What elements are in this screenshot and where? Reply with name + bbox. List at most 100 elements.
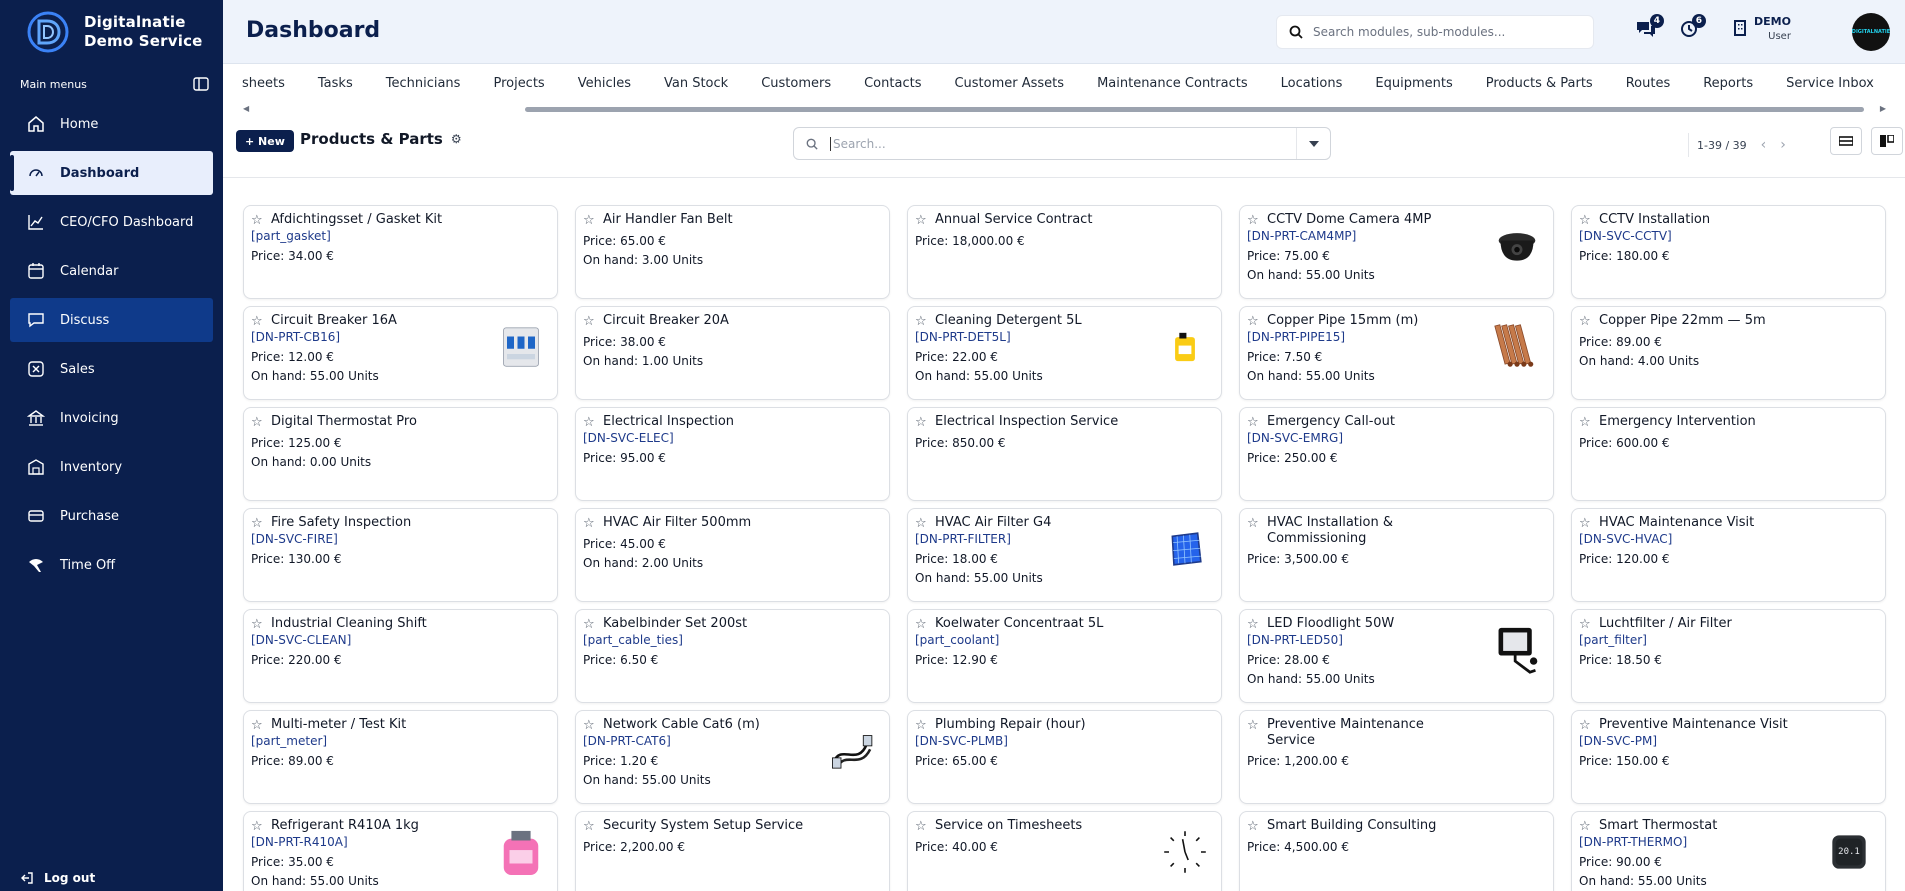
search-bar[interactable] [793,127,1331,160]
product-card[interactable]: ☆ Electrical Inspection [DN-SVC-ELEC] Price… [575,407,890,501]
product-card[interactable]: ☆ Smart Building Consulting Price: 4,500.0… [1239,811,1554,891]
pager-next-icon[interactable]: › [1780,137,1786,153]
tab-item[interactable]: Locations [1281,64,1343,91]
sidebar-item-calendar[interactable]: Calendar [10,249,213,293]
product-card[interactable]: ☆ Refrigerant R410A 1kg [DN-PRT-R410A] Pric… [243,811,558,891]
company-button[interactable] [1733,20,1747,36]
product-card[interactable]: ☆ Emergency Call-out [DN-SVC-EMRG] Price: 2… [1239,407,1554,501]
sidebar-item-inventory[interactable]: Inventory [10,445,213,489]
module-search[interactable] [1276,15,1594,49]
product-card[interactable]: ☆ Koelwater Concentraat 5L [part_coolant] P… [907,609,1222,703]
product-card[interactable]: ☆ Kabelbinder Set 200st [part_cable_ties] P… [575,609,890,703]
tab-item[interactable]: Tasks [318,64,353,91]
product-card[interactable]: ☆ CCTV Installation [DN-SVC-CCTV] Price: 18… [1571,205,1886,299]
product-card[interactable]: ☆ HVAC Installation & Commissioning Price:… [1239,508,1554,602]
logout-button[interactable]: Log out [20,867,95,889]
product-card[interactable]: ☆ Multi-meter / Test Kit [part_meter] Price… [243,710,558,804]
sidebar-item-invoicing[interactable]: Invoicing [10,396,213,440]
product-card[interactable]: ☆ Electrical Inspection Service Price: 850… [907,407,1222,501]
star-icon[interactable]: ☆ [583,819,597,835]
product-card[interactable]: ☆ Air Handler Fan Belt Price: 65.00 € On ha… [575,205,890,299]
star-icon[interactable]: ☆ [1579,819,1593,835]
product-card[interactable]: ☆ Preventive Maintenance Visit [DN-SVC-PM]… [1571,710,1886,804]
star-icon[interactable]: ☆ [251,617,265,633]
scrollbar-thumb[interactable] [525,107,1864,112]
star-icon[interactable]: ☆ [1247,314,1261,330]
product-card[interactable]: ☆ Service on Timesheets Price: 40.00 € [907,811,1222,891]
activities-button[interactable]: 6 [1680,14,1706,38]
brand[interactable]: Digitalnatie Demo Service [0,0,223,64]
star-icon[interactable]: ☆ [583,516,597,532]
tab-item[interactable]: Service Inbox [1786,64,1874,91]
scroll-left-icon[interactable]: ◀ [243,104,249,113]
star-icon[interactable]: ☆ [1579,213,1593,229]
product-card[interactable]: ☆ HVAC Maintenance Visit [DN-SVC-HVAC] Pric… [1571,508,1886,602]
tab-item[interactable]: Reports [1703,64,1753,91]
star-icon[interactable]: ☆ [1579,314,1593,330]
product-card[interactable]: ☆ Luchtfilter / Air Filter [part_filter] Pr… [1571,609,1886,703]
new-button[interactable]: + New [236,130,294,152]
sidebar-item-dashboard[interactable]: Dashboard [10,151,213,195]
star-icon[interactable]: ☆ [915,819,929,835]
messages-button[interactable]: 4 [1636,14,1664,38]
product-card[interactable]: ☆ Network Cable Cat6 (m) [DN-PRT-CAT6] Pric… [575,710,890,804]
product-card[interactable]: ☆ Plumbing Repair (hour) [DN-SVC-PLMB] Pric… [907,710,1222,804]
star-icon[interactable]: ☆ [583,213,597,229]
scroll-right-icon[interactable]: ▶ [1880,104,1886,113]
pager-value[interactable]: 1-39 / 39 [1697,139,1747,152]
star-icon[interactable]: ☆ [1247,617,1261,633]
star-icon[interactable]: ☆ [915,415,929,431]
product-card[interactable]: ☆ Fire Safety Inspection [DN-SVC-FIRE] Pric… [243,508,558,602]
product-card[interactable]: ☆ Copper Pipe 22mm — 5m Price: 89.00 € On h… [1571,306,1886,400]
tab-item[interactable]: Customers [761,64,831,91]
search-input[interactable] [830,136,1290,151]
product-card[interactable]: ☆ Preventive Maintenance Service Price: 1,… [1239,710,1554,804]
pager-previous-icon[interactable]: ‹ [1761,137,1767,153]
product-card[interactable]: ☆ LED Floodlight 50W [DN-PRT-LED50] Price: … [1239,609,1554,703]
tab-item[interactable]: Equipments [1375,64,1452,91]
star-icon[interactable]: ☆ [251,516,265,532]
tab-item[interactable]: sheets [242,64,285,91]
star-icon[interactable]: ☆ [1247,516,1261,532]
tab-item[interactable]: Projects [493,64,544,91]
product-card[interactable]: ☆ Circuit Breaker 20A Price: 38.00 € On han… [575,306,890,400]
module-search-input[interactable] [1313,25,1573,39]
user-menu[interactable]: DEMO User [1754,15,1791,42]
star-icon[interactable]: ☆ [1579,718,1593,734]
tab-item[interactable]: Products & Parts [1486,64,1593,91]
sidebar-item-time-off[interactable]: Time Off [10,543,213,587]
star-icon[interactable]: ☆ [583,415,597,431]
sidebar-item-sales[interactable]: Sales [10,347,213,391]
tab-item[interactable]: Routes [1626,64,1671,91]
star-icon[interactable]: ☆ [915,718,929,734]
tab-item[interactable]: Contacts [864,64,921,91]
star-icon[interactable]: ☆ [915,617,929,633]
star-icon[interactable]: ☆ [583,718,597,734]
star-icon[interactable]: ☆ [251,415,265,431]
tab-item[interactable]: Technicians [386,64,461,91]
list-view-button[interactable] [1830,127,1862,155]
star-icon[interactable]: ☆ [251,213,265,229]
product-card[interactable]: ☆ Copper Pipe 15mm (m) [DN-PRT-PIPE15] Pric… [1239,306,1554,400]
gear-icon[interactable]: ⚙ [451,132,462,146]
tab-item[interactable]: Maintenance Contracts [1097,64,1248,91]
tab-item[interactable]: Van Stock [664,64,728,91]
star-icon[interactable]: ☆ [1579,617,1593,633]
product-card[interactable]: ☆ Industrial Cleaning Shift [DN-SVC-CLEAN]… [243,609,558,703]
star-icon[interactable]: ☆ [915,314,929,330]
star-icon[interactable]: ☆ [915,516,929,532]
star-icon[interactable]: ☆ [583,314,597,330]
tab-item[interactable]: Customer Assets [954,64,1064,91]
kanban-view-button[interactable] [1871,127,1903,155]
avatar[interactable]: DIGITALNATIE [1852,13,1890,51]
product-card[interactable]: ☆ Annual Service Contract Price: 18,000.00… [907,205,1222,299]
star-icon[interactable]: ☆ [251,718,265,734]
product-card[interactable]: ☆ HVAC Air Filter 500mm Price: 45.00 € On h… [575,508,890,602]
product-card[interactable]: ☆ Emergency Intervention Price: 600.00 € [1571,407,1886,501]
product-card[interactable]: ☆ CCTV Dome Camera 4MP [DN-PRT-CAM4MP] Pric… [1239,205,1554,299]
star-icon[interactable]: ☆ [1247,415,1261,431]
product-card[interactable]: ☆ Circuit Breaker 16A [DN-PRT-CB16] Price: … [243,306,558,400]
star-icon[interactable]: ☆ [1579,516,1593,532]
tab-item[interactable]: Vehicles [578,64,631,91]
product-card[interactable]: ☆ HVAC Air Filter G4 [DN-PRT-FILTER] Price:… [907,508,1222,602]
